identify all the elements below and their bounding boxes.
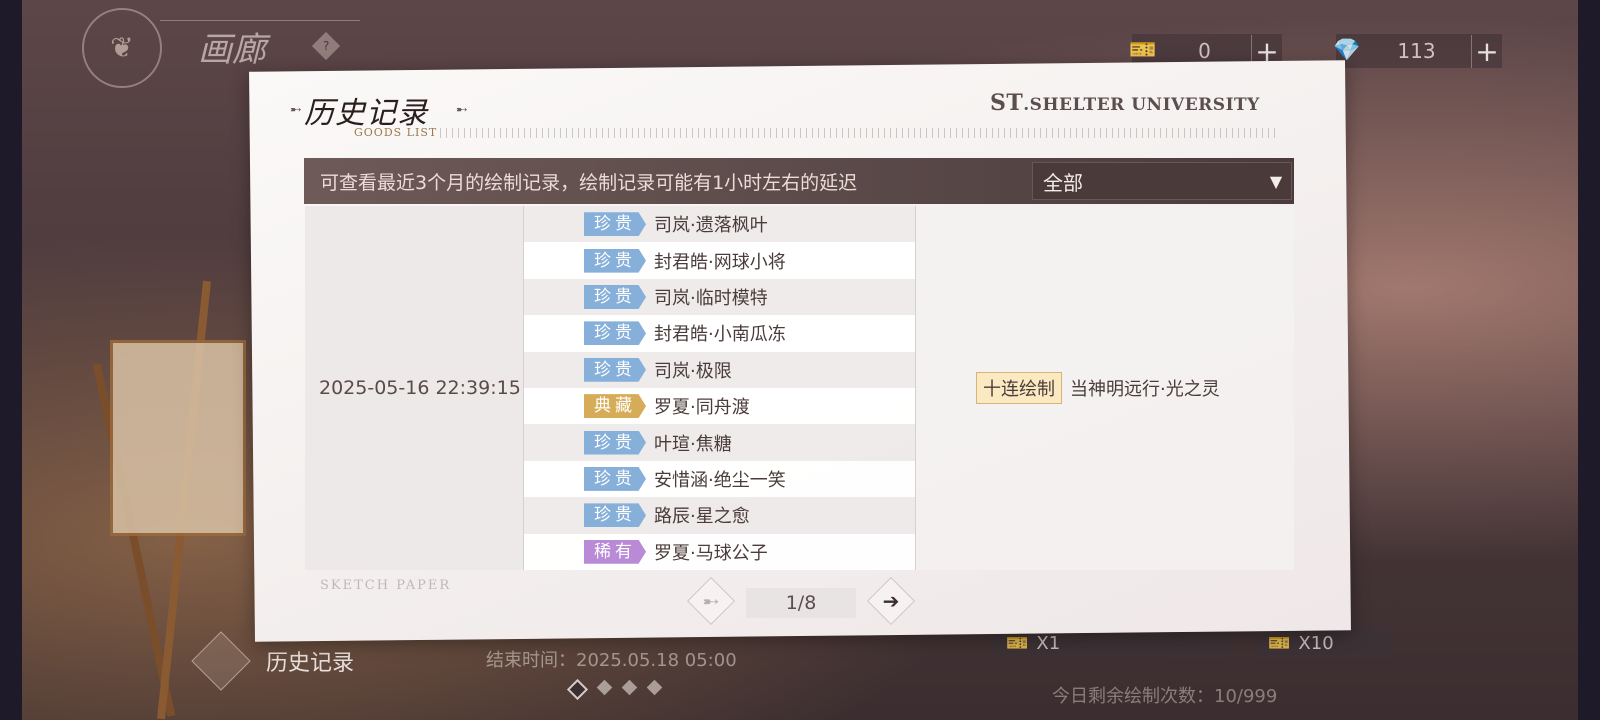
rarity-badge: 珍贵 <box>584 503 646 528</box>
ruler-decoration <box>440 128 1280 138</box>
arrow-left-icon: ➸ <box>702 589 720 613</box>
item-name: 司岚·临时模特 <box>654 287 768 309</box>
right-frame <box>1578 0 1600 720</box>
remaining-draws: 今日剩余绘制次数：10/999 <box>1052 686 1278 707</box>
list-item: 珍贵 路辰·星之愈 <box>524 497 915 534</box>
gem-count: 113 <box>1397 39 1436 63</box>
list-item: 珍贵 司岚·极限 <box>524 351 915 388</box>
carousel-dot[interactable] <box>621 679 638 696</box>
arrow-left-icon: ➸ <box>290 102 302 118</box>
record-datetime: 2025-05-16 22:39:15 <box>305 206 523 570</box>
chevron-down-icon: ▼ <box>1269 171 1283 191</box>
carousel-dots <box>566 678 663 701</box>
carousel-dot[interactable] <box>646 679 663 696</box>
rarity-badge: 珍贵 <box>584 430 646 455</box>
currency-gem: 💎 113 + <box>1333 34 1502 68</box>
brand-prefix: ST <box>990 90 1024 116</box>
university-logo: ST.SHELTER UNIVERSITY <box>990 90 1260 116</box>
filter-dropdown[interactable]: 全部 ▼ <box>1032 162 1292 200</box>
butterfly-emblem-icon: ❦ <box>82 8 162 88</box>
add-gem-button[interactable]: + <box>1471 34 1502 68</box>
pool-name: 当神明远行·光之灵 <box>1070 379 1220 400</box>
item-name: 罗夏·同舟渡 <box>654 397 750 419</box>
rarity-badge: 珍贵 <box>584 357 646 382</box>
ticket-icon: 🎫 <box>1268 632 1291 654</box>
list-item: 珍贵 安惜涵·绝尘一笑 <box>524 460 915 498</box>
pagination: ➸ 1/8 ➔ <box>686 576 916 626</box>
draw-once-label: X1 <box>1036 632 1061 654</box>
record-items: 珍贵 司岚·遗落枫叶 珍贵 封君皓·网球小将 珍贵 司岚·临时模特 珍贵 封君皓·小南瓜冻 珍贵… <box>523 206 916 570</box>
list-item: 珍贵 封君皓·小南瓜冻 <box>524 315 915 352</box>
list-item: 稀有 罗夏·马球公子 <box>524 533 915 570</box>
record-type-cell: 十连绘制 当神明远行·光之灵 <box>916 206 1294 570</box>
modal-subtitle: GOODS LIST <box>354 126 438 139</box>
item-name: 叶瑄·焦糖 <box>654 433 732 455</box>
scroll-icon <box>191 631 251 691</box>
item-name: 司岚·遗落枫叶 <box>654 215 768 237</box>
item-name: 路辰·星之愈 <box>654 506 750 528</box>
ticket-icon: 🎫 <box>1006 632 1029 654</box>
end-time: 结束时间：2025.05.18 05:00 <box>486 650 737 671</box>
brand-name: .SHELTER UNIVERSITY <box>1023 95 1260 115</box>
filter-hint: 可查看最近3个月的绘制记录，绘制记录可能有1小时左右的延迟 <box>320 172 858 194</box>
gallery-title: 画廊 <box>198 30 266 70</box>
list-item: 珍贵 司岚·临时模特 <box>524 278 915 316</box>
page-indicator: 1/8 <box>746 588 856 618</box>
draw-ten-label: X10 <box>1298 632 1334 654</box>
item-name: 罗夏·马球公子 <box>654 542 768 564</box>
item-name: 封君皓·小南瓜冻 <box>654 324 786 346</box>
rarity-badge: 珍贵 <box>584 321 646 346</box>
carousel-dot[interactable] <box>596 679 613 696</box>
record-table: 2025-05-16 22:39:15 珍贵 司岚·遗落枫叶 珍贵 封君皓·网球小将珍… <box>305 206 1295 570</box>
filter-value: 全部 <box>1043 170 1083 195</box>
list-item: 典藏 罗夏·同舟渡 <box>524 387 915 425</box>
list-item: 珍贵 封君皓·网球小将 <box>524 242 915 279</box>
rarity-badge: 珍贵 <box>584 248 646 273</box>
rarity-badge: 珍贵 <box>584 212 646 237</box>
arrow-right-icon: ➸ <box>456 102 468 118</box>
rarity-badge: 珍贵 <box>584 466 646 491</box>
list-item: 珍贵 叶瑄·焦糖 <box>524 424 915 461</box>
list-item: 珍贵 司岚·遗落枫叶 <box>524 206 915 243</box>
arrow-right-icon: ➔ <box>882 589 900 613</box>
ticket-count: 0 <box>1198 39 1211 63</box>
draw-ten-button[interactable]: 🎫 X10 <box>1254 628 1392 658</box>
header-divider <box>160 20 360 21</box>
draw-type-badge: 十连绘制 <box>976 372 1062 404</box>
rarity-badge: 典藏 <box>584 394 646 419</box>
prev-page-button[interactable]: ➸ <box>686 576 736 626</box>
history-record-button[interactable]: 历史记录 <box>191 631 355 691</box>
sketch-paper-watermark: SKETCH PAPER <box>320 578 452 593</box>
item-name: 司岚·极限 <box>654 360 732 382</box>
left-frame <box>0 0 22 720</box>
rarity-badge: 珍贵 <box>584 284 646 309</box>
next-page-button[interactable]: ➔ <box>866 576 916 626</box>
carousel-dot[interactable] <box>566 678 589 701</box>
item-name: 安惜涵·绝尘一笑 <box>654 469 786 491</box>
item-name: 封君皓·网球小将 <box>654 251 786 273</box>
history-record-label: 历史记录 <box>266 651 355 676</box>
rarity-badge: 稀有 <box>584 539 646 564</box>
